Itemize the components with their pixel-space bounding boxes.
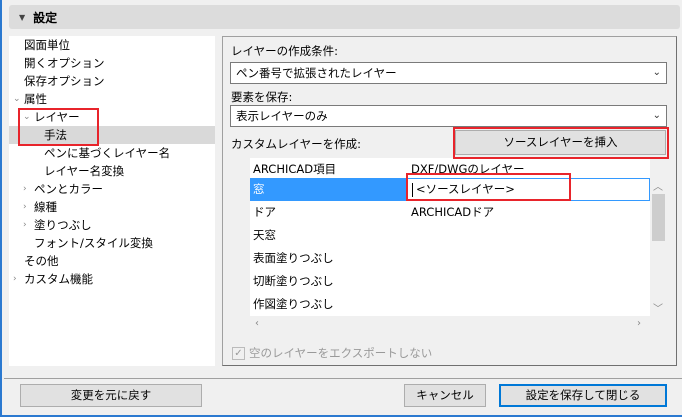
tree-item-label: 線種 [34, 200, 57, 214]
settings-tree: 図面単位 開くオプション 保存オプション ⌄ 属性 ⌄ レイヤー 手法 ペンに基づくレイヤー名レ… [9, 36, 215, 366]
scroll-down-icon[interactable]: ﹀ [653, 300, 663, 315]
tree-item[interactable]: › カスタム機能 [9, 270, 215, 288]
collapse-triangle-icon: ▼ [19, 12, 26, 22]
tree-item-label: 図面単位 [24, 38, 70, 52]
tree-item-label: ペンに基づくレイヤー名 [44, 146, 171, 160]
tree-item-label: カスタム機能 [24, 272, 93, 286]
chevron-down-icon[interactable]: ⌄ [13, 90, 21, 108]
tree-item[interactable]: 図面単位 [9, 36, 215, 54]
tree-item[interactable]: ペンに基づくレイヤー名 [9, 144, 215, 162]
footer-divider [4, 378, 682, 379]
creation-value: ペン番号で拡張されたレイヤー [236, 66, 397, 80]
tree-item[interactable]: 開くオプション [9, 54, 215, 72]
save-and-close-button[interactable]: 設定を保存して閉じる [499, 384, 667, 407]
tree-item[interactable]: その他 [9, 252, 215, 270]
tree-item-label: その他 [24, 254, 59, 268]
header-title: 設定 [33, 10, 58, 25]
tree-item[interactable]: › 線種 [9, 198, 215, 216]
selected-cell [250, 178, 407, 201]
archicad-item-cell: 表面塗りつぶし [253, 251, 334, 265]
tree-item[interactable]: ⌄ 属性 [9, 90, 215, 108]
archicad-item-cell: 切断塗りつぶし [253, 274, 334, 288]
checkbox-label: 空のレイヤーをエクスポートしない [249, 346, 433, 360]
scroll-left-icon[interactable]: ‹ [255, 318, 259, 329]
save-elements-dropdown[interactable]: 表示レイヤーのみ ⌄ [230, 105, 667, 127]
chevron-right-icon[interactable]: › [13, 270, 17, 288]
tree-item[interactable]: 保存オプション [9, 72, 215, 90]
table-row[interactable]: 表面塗りつぶし [250, 247, 650, 270]
table-row[interactable]: ドア ARCHICADドア [250, 201, 650, 224]
tree-item-label: レイヤー名変換 [44, 164, 125, 178]
tree-item-label: ペンとカラー [34, 182, 103, 196]
archicad-item-cell: 窓 [253, 182, 265, 196]
tree-item-label: 塗りつぶし [34, 218, 92, 232]
scroll-up-icon[interactable]: ︿ [653, 178, 663, 193]
tree-item-label: 開くオプション [24, 56, 105, 70]
scrollbar-thumb[interactable] [652, 194, 665, 241]
chevron-right-icon[interactable]: › [23, 216, 27, 234]
tree-item-label: 保存オプション [24, 74, 105, 88]
save-elements-label: 要素を保存: [231, 90, 293, 104]
chevron-right-icon[interactable]: › [23, 198, 27, 216]
tree-item-label: 属性 [24, 92, 47, 106]
settings-header[interactable]: ▼ 設定 [9, 5, 680, 29]
table-row[interactable]: 天窓 [250, 224, 650, 247]
table-row[interactable]: 作図塗りつぶし [250, 293, 650, 316]
highlight-box [18, 108, 99, 146]
creation-label: レイヤーの作成条件: [231, 44, 339, 58]
chevron-right-icon[interactable]: › [23, 180, 27, 198]
chevron-down-icon: ⌄ [652, 67, 661, 78]
tree-item[interactable]: › 塗りつぶし [9, 216, 215, 234]
tree-item[interactable]: レイヤー名変換 [9, 162, 215, 180]
cancel-button[interactable]: キャンセル [404, 384, 486, 407]
dxf-layer-cell[interactable]: ARCHICADドア [411, 201, 494, 224]
highlight-box [406, 173, 571, 201]
checkbox-check-icon: ✓ [232, 346, 245, 360]
custom-layer-label: カスタムレイヤーを作成: [231, 137, 362, 151]
save-elements-value: 表示レイヤーのみ [236, 109, 328, 123]
archicad-item-cell: ドア [253, 205, 276, 219]
skip-empty-layers-checkbox[interactable]: ✓ 空のレイヤーをエクスポートしない [232, 345, 432, 361]
scroll-right-icon[interactable]: › [637, 318, 641, 329]
highlight-box [453, 127, 669, 159]
creation-dropdown[interactable]: ペン番号で拡張されたレイヤー ⌄ [230, 62, 667, 84]
table-row[interactable]: 切断塗りつぶし [250, 270, 650, 293]
tree-item-label: フォント/スタイル変換 [34, 236, 153, 250]
tree-item[interactable]: › ペンとカラー [9, 180, 215, 198]
archicad-item-cell: 作図塗りつぶし [253, 297, 334, 311]
archicad-item-cell: 天窓 [253, 228, 276, 242]
chevron-down-icon: ⌄ [652, 110, 661, 121]
revert-button[interactable]: 変更を元に戻す [20, 384, 202, 407]
tree-item[interactable]: フォント/スタイル変換 [9, 234, 215, 252]
